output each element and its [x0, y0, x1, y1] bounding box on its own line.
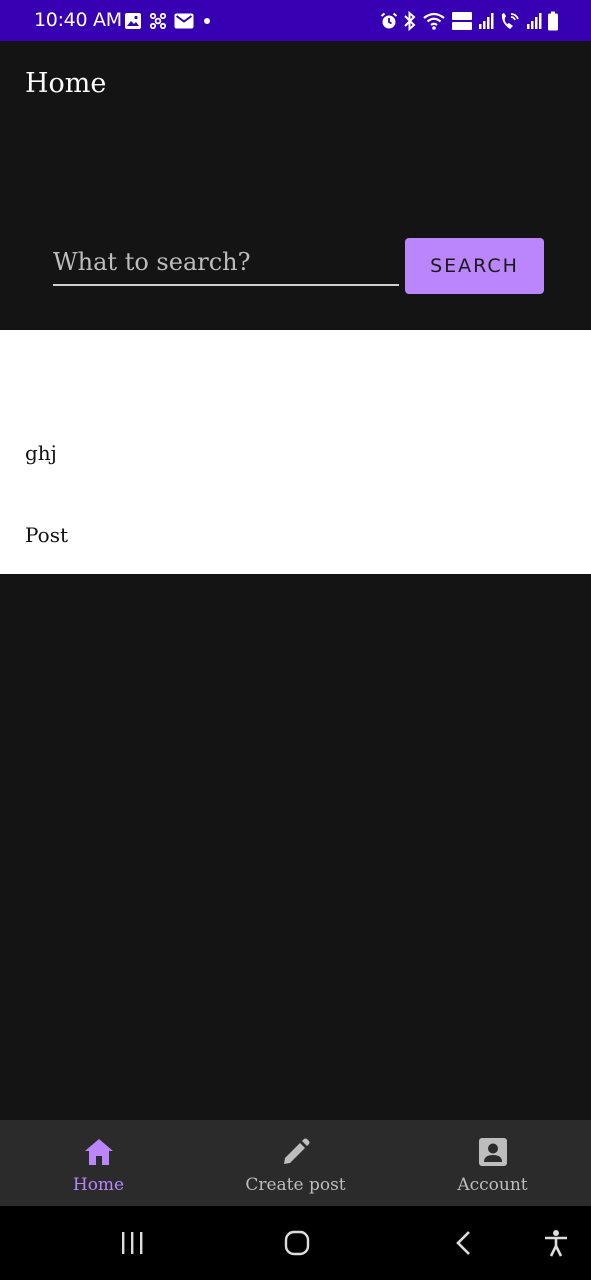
volte-icon — [452, 12, 472, 30]
back-icon — [456, 1231, 470, 1255]
alarm-icon — [380, 12, 398, 29]
nav-item-home[interactable]: Home — [0, 1120, 197, 1206]
mail-icon — [174, 13, 194, 29]
search-button[interactable]: SEARCH — [405, 238, 544, 294]
page-title: Home — [25, 68, 107, 99]
bluetooth-icon — [404, 11, 416, 31]
wifi-icon — [423, 12, 445, 30]
pencil-icon — [279, 1135, 313, 1169]
accessibility-button[interactable] — [542, 1228, 570, 1258]
notification-dot-icon — [204, 18, 210, 24]
gallery-icon — [125, 13, 141, 29]
system-navigation-bar — [0, 1206, 591, 1280]
home-icon — [82, 1135, 116, 1169]
search-input[interactable] — [53, 240, 399, 284]
bottom-navigation: Home Create post Account — [0, 1120, 591, 1206]
list-item[interactable]: ghj — [25, 441, 57, 465]
posts-list: ghj Post — [0, 330, 591, 574]
account-box-icon — [476, 1135, 510, 1169]
battery-icon — [548, 11, 558, 31]
search-field[interactable] — [53, 240, 399, 286]
status-bar: 10:40 AM — [0, 0, 591, 41]
signal-sim2-icon — [527, 13, 542, 29]
list-item[interactable]: Post — [25, 523, 68, 547]
home-circle-icon — [284, 1230, 310, 1256]
nav-label-account: Account — [457, 1175, 528, 1195]
back-button[interactable] — [452, 1228, 474, 1258]
signal-icon — [479, 13, 494, 29]
home-button[interactable] — [283, 1228, 311, 1258]
status-left-icons — [124, 11, 214, 31]
recent-apps-button[interactable] — [118, 1228, 146, 1258]
nav-label-create-post: Create post — [245, 1175, 346, 1195]
nav-label-home: Home — [72, 1175, 125, 1195]
status-time: 10:40 AM — [34, 9, 122, 31]
status-right-icons — [380, 10, 559, 32]
recent-apps-icon — [122, 1232, 143, 1254]
wifi-calling-icon — [501, 13, 519, 29]
link-icon — [149, 12, 167, 30]
nav-item-account[interactable]: Account — [394, 1120, 591, 1206]
accessibility-icon — [545, 1230, 567, 1257]
nav-item-create-post[interactable]: Create post — [197, 1120, 394, 1206]
